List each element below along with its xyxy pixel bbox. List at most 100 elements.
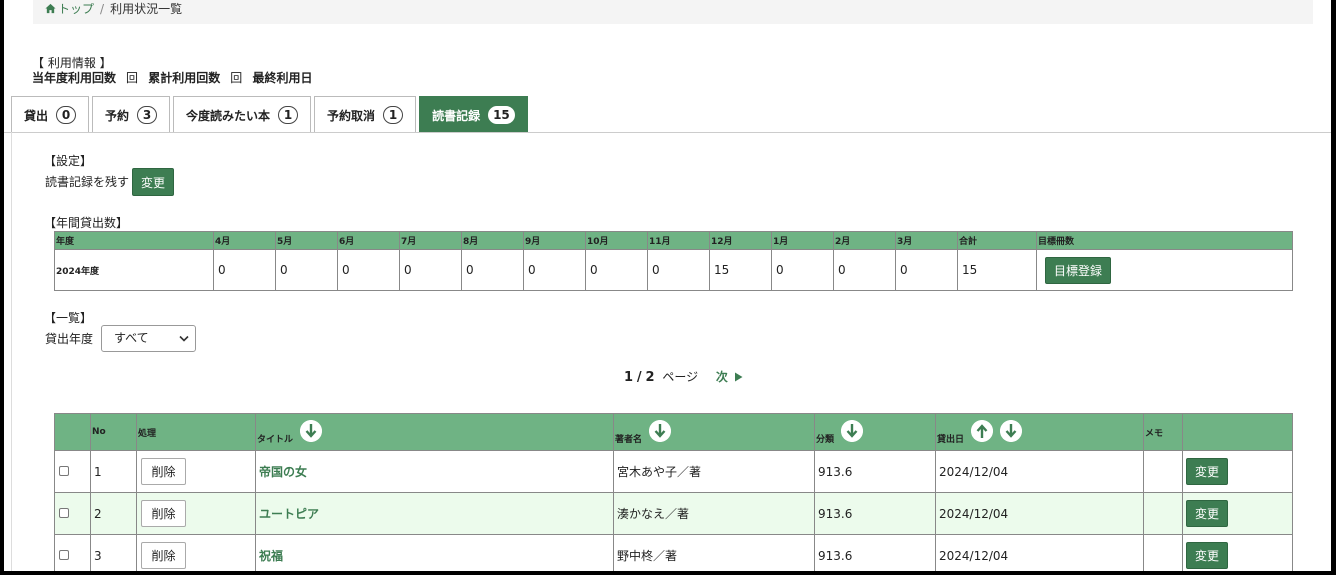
loan-year-select[interactable]: すべて — [101, 325, 196, 352]
row-class: 913.6 — [814, 492, 936, 535]
annual-header: 1月 — [771, 231, 834, 250]
list-heading: 【一覧】 — [44, 311, 93, 325]
row-no: 1 — [90, 450, 137, 493]
delete-button[interactable]: 削除 — [141, 542, 186, 569]
annual-header: 4月 — [213, 231, 276, 250]
row-title-cell: 祝福 — [255, 534, 614, 571]
annual-header: 3月 — [895, 231, 958, 250]
edit-button[interactable]: 変更 — [1186, 458, 1228, 485]
tab-bar: 貸出 0 予約 3 今度読みたい本 1 予約取消 1 読書記録 15 — [11, 96, 531, 133]
row-edit-cell: 変更 — [1182, 534, 1293, 571]
annual-header: 8月 — [461, 231, 524, 250]
annual-value: 15 — [709, 249, 772, 291]
row-date: 2024/12/04 — [935, 492, 1144, 535]
annual-value: 0 — [337, 249, 400, 291]
settings-change-button[interactable]: 変更 — [132, 168, 174, 196]
sort-down-icon[interactable] — [300, 420, 323, 442]
header-title-cell: タイトル — [255, 413, 614, 451]
title-link[interactable]: ユートピア — [259, 507, 319, 521]
header-memo: メモ — [1143, 413, 1183, 451]
delete-button[interactable]: 削除 — [141, 458, 186, 485]
content-border — [11, 132, 12, 571]
header-action: 処理 — [136, 413, 256, 451]
reading-record-table: No 処理 タイトル 著者名 分類 貸出日 メモ 1 削除 帝国の女 宮木あや子… — [54, 413, 1293, 571]
breadcrumb-current: 利用状況一覧 — [110, 2, 183, 16]
annual-header-row: 年度 4月 5月 6月 7月 8月 9月 10月 11月 12月 1月 2月 3… — [54, 231, 1293, 250]
header-select — [54, 413, 91, 451]
goal-register-button[interactable]: 目標登録 — [1045, 256, 1111, 284]
sort-down-icon[interactable] — [1000, 420, 1023, 442]
tab-want-to-read[interactable]: 今度読みたい本 1 — [173, 96, 312, 133]
annual-value: 0 — [771, 249, 834, 291]
list-header-row: No 処理 タイトル 著者名 分類 貸出日 メモ — [54, 413, 1293, 451]
tab-reading-record-count: 15 — [488, 106, 515, 124]
tab-loans-count: 0 — [56, 106, 77, 124]
title-link[interactable]: 帝国の女 — [259, 465, 307, 479]
annual-value: 0 — [461, 249, 524, 291]
page-frame: トップ / 利用状況一覧 【 利用情報 】 当年度利用回数回 累計利用回数回 最終利… — [4, 0, 1331, 571]
annual-loans-table: 年度 4月 5月 6月 7月 8月 9月 10月 11月 12月 1月 2月 3… — [54, 231, 1293, 291]
next-page-label: 次 — [715, 370, 728, 384]
annual-value: 0 — [647, 249, 710, 291]
annual-value: 0 — [833, 249, 896, 291]
breadcrumb-home-link[interactable]: トップ — [58, 2, 94, 16]
row-no: 2 — [90, 492, 137, 535]
row-author: 野中柊／著 — [613, 534, 815, 571]
table-row: 2 削除 ユートピア 湊かなえ／著 913.6 2024/12/04 変更 — [54, 492, 1293, 535]
play-right-icon — [735, 372, 743, 382]
table-row: 1 削除 帝国の女 宮木あや子／著 913.6 2024/12/04 変更 — [54, 450, 1293, 493]
pagination: 1 / 2 ページ 次 — [624, 368, 743, 385]
row-author: 宮木あや子／著 — [613, 450, 815, 493]
page-total: 2 — [645, 370, 655, 385]
row-edit-cell: 変更 — [1182, 492, 1293, 535]
row-checkbox[interactable] — [59, 549, 69, 560]
header-date-cell: 貸出日 — [935, 413, 1144, 451]
usage-stats: 当年度利用回数回 累計利用回数回 最終利用日 — [32, 71, 332, 86]
sort-down-icon[interactable] — [649, 420, 672, 442]
page-separator: / — [636, 370, 642, 385]
tab-cancelled-count: 1 — [383, 106, 404, 124]
stat-label-year-count: 当年度利用回数 — [32, 71, 117, 85]
header-title: タイトル — [257, 435, 294, 445]
annual-value: 0 — [275, 249, 338, 291]
annual-header: 12月 — [709, 231, 772, 250]
filter-year-label: 貸出年度 — [45, 332, 94, 346]
annual-header: 2月 — [833, 231, 896, 250]
row-title-cell: ユートピア — [255, 492, 614, 535]
annual-data-row: 2024年度 0 0 0 0 0 0 0 0 15 0 0 0 15 目標登録 — [54, 249, 1293, 291]
row-memo — [1143, 492, 1183, 535]
row-checkbox-cell — [54, 534, 91, 571]
header-class: 分類 — [816, 435, 835, 445]
sort-up-icon[interactable] — [971, 420, 994, 442]
next-page-link[interactable]: 次 — [716, 370, 743, 384]
title-link[interactable]: 祝福 — [259, 549, 283, 563]
header-no: No — [90, 413, 137, 451]
usage-info: 【 利用情報 】 当年度利用回数回 累計利用回数回 最終利用日 — [32, 56, 332, 86]
annual-header: 9月 — [523, 231, 586, 250]
stat-value-year-count: 回 — [126, 71, 139, 85]
tab-reservations[interactable]: 予約 3 — [92, 96, 171, 133]
row-checkbox[interactable] — [59, 507, 69, 518]
row-title-cell: 帝国の女 — [255, 450, 614, 493]
annual-header: 10月 — [585, 231, 648, 250]
tab-loans[interactable]: 貸出 0 — [11, 96, 90, 133]
row-class: 913.6 — [814, 450, 936, 493]
row-checkbox[interactable] — [59, 465, 69, 476]
row-action-cell: 削除 — [136, 492, 256, 535]
header-author-cell: 著者名 — [613, 413, 815, 451]
tab-cancelled[interactable]: 予約取消 1 — [314, 96, 417, 133]
delete-button[interactable]: 削除 — [141, 500, 186, 527]
row-action-cell: 削除 — [136, 534, 256, 571]
tab-reading-record[interactable]: 読書記録 15 — [419, 96, 528, 133]
edit-button[interactable]: 変更 — [1186, 542, 1228, 569]
stat-value-total-count: 回 — [230, 71, 243, 85]
edit-button[interactable]: 変更 — [1186, 500, 1228, 527]
annual-header: 5月 — [275, 231, 338, 250]
sort-down-icon[interactable] — [841, 420, 864, 442]
annual-header: 合計 — [957, 231, 1037, 250]
stat-label-last-date: 最終利用日 — [252, 71, 313, 85]
header-edit — [1182, 413, 1293, 451]
page-unit: ページ — [662, 370, 699, 384]
tab-loans-label: 貸出 — [24, 108, 49, 123]
row-edit-cell: 変更 — [1182, 450, 1293, 493]
